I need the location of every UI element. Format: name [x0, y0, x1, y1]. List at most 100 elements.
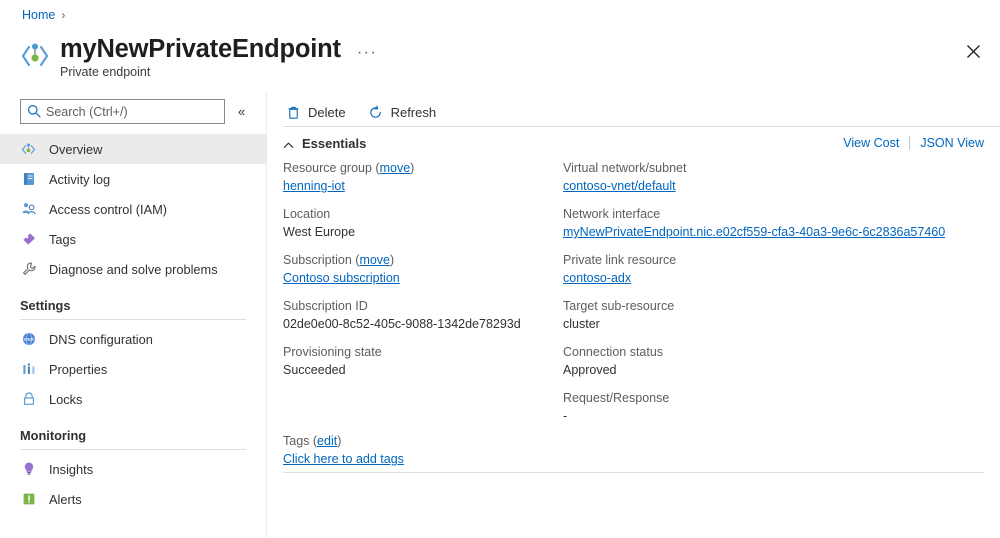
essentials-links: View Cost JSON View	[843, 136, 984, 150]
sidebar-item-label: Alerts	[49, 491, 82, 507]
dns-icon: DNS	[20, 331, 37, 348]
virtual-network-link[interactable]: contoso-vnet/default	[563, 179, 676, 193]
property-subscription-id: Subscription ID 02de0e00-8c52-405c-9088-…	[283, 298, 563, 333]
sidebar-item-label: Activity log	[49, 171, 111, 187]
sidebar-nav: Overview Activity log Access control (IA…	[0, 134, 266, 514]
essentials-right-column: Virtual network/subnet contoso-vnet/defa…	[563, 160, 983, 436]
search-input[interactable]	[21, 100, 224, 123]
wrench-icon	[20, 261, 37, 278]
refresh-button[interactable]: Refresh	[366, 102, 439, 122]
property-value: Approved	[563, 363, 617, 377]
sidebar-item-alerts[interactable]: Alerts	[0, 484, 266, 514]
close-blade-button[interactable]	[960, 38, 986, 64]
sidebar-item-diagnose[interactable]: Diagnose and solve problems	[0, 254, 266, 284]
sidebar-item-dns-configuration[interactable]: DNS DNS configuration	[0, 324, 266, 354]
property-value: -	[563, 409, 568, 423]
sidebar-group-divider	[20, 449, 246, 450]
property-network-interface: Network interface myNewPrivateEndpoint.n…	[563, 206, 983, 241]
delete-button-label: Delete	[308, 104, 346, 120]
sidebar-item-label: Diagnose and solve problems	[49, 261, 218, 277]
tag-icon	[20, 231, 37, 248]
collapse-sidebar-button[interactable]: «	[238, 104, 245, 119]
property-resource-group: Resource group (move) henning-iot	[283, 160, 563, 195]
azure-portal-blade: Home › myNewPrivateEndpoint ··· Private …	[0, 0, 1000, 538]
sidebar-divider	[266, 92, 267, 538]
properties-icon	[20, 361, 37, 378]
command-bar-divider	[283, 126, 1000, 127]
property-label: Virtual network/subnet	[563, 161, 687, 175]
sidebar-item-locks[interactable]: Locks	[0, 384, 266, 414]
property-label: Network interface	[563, 207, 661, 221]
more-options-button[interactable]: ···	[357, 44, 377, 64]
move-subscription-link[interactable]: move	[359, 253, 390, 267]
breadcrumb-separator-icon: ›	[61, 8, 66, 22]
json-view-link[interactable]: JSON View	[920, 136, 984, 150]
property-label: Resource group (move)	[283, 161, 415, 175]
tags-label-text: Tags	[283, 434, 310, 448]
alert-icon	[20, 491, 37, 508]
sidebar-search-row: «	[0, 92, 266, 124]
search-icon	[27, 104, 41, 118]
sidebar-item-activity-log[interactable]: Activity log	[0, 164, 266, 194]
property-value: Succeeded	[283, 363, 346, 377]
delete-button[interactable]: Delete	[283, 102, 348, 122]
property-label: Private link resource	[563, 253, 677, 267]
property-provisioning-state: Provisioning state Succeeded	[283, 344, 563, 379]
refresh-button-label: Refresh	[390, 104, 437, 120]
refresh-icon	[368, 104, 384, 120]
sidebar-item-access-control[interactable]: Access control (IAM)	[0, 194, 266, 224]
sidebar-item-overview[interactable]: Overview	[0, 134, 266, 164]
add-tags-link[interactable]: Click here to add tags	[283, 452, 404, 466]
breadcrumb: Home ›	[22, 8, 65, 22]
property-value: contoso-adx	[563, 269, 983, 287]
sidebar-item-label: Properties	[49, 361, 108, 377]
sidebar-item-tags[interactable]: Tags	[0, 224, 266, 254]
property-value: contoso-vnet/default	[563, 177, 983, 195]
network-interface-link[interactable]: myNewPrivateEndpoint.nic.e02cf559-cfa3-4…	[563, 225, 945, 239]
view-cost-link[interactable]: View Cost	[843, 136, 899, 150]
property-label: Connection status	[563, 345, 664, 359]
property-location: Location West Europe	[283, 206, 563, 241]
subscription-link[interactable]: Contoso subscription	[283, 271, 400, 285]
chevron-up-icon	[283, 138, 294, 149]
property-value: henning-iot	[283, 177, 563, 195]
property-label-text: Resource group	[283, 161, 372, 175]
essentials-bottom-divider	[283, 472, 984, 473]
tags-label: Tags (edit)	[283, 434, 342, 448]
property-value: West Europe	[283, 225, 356, 239]
essentials-toggle[interactable]: Essentials	[283, 136, 366, 151]
links-divider	[909, 136, 911, 150]
private-link-resource-link[interactable]: contoso-adx	[563, 271, 631, 285]
sidebar-item-label: Locks	[49, 391, 83, 407]
trash-icon	[285, 104, 301, 120]
search-input-wrapper[interactable]	[20, 99, 225, 124]
sidebar-item-insights[interactable]: Insights	[0, 454, 266, 484]
command-bar: Delete Refresh	[283, 96, 1000, 128]
resource-group-link[interactable]: henning-iot	[283, 179, 345, 193]
access-control-icon	[20, 201, 37, 218]
sidebar-item-label: Overview	[49, 141, 103, 157]
property-value: myNewPrivateEndpoint.nic.e02cf559-cfa3-4…	[563, 223, 983, 241]
sidebar-item-properties[interactable]: Properties	[0, 354, 266, 384]
sidebar-item-label: Access control (IAM)	[49, 201, 168, 217]
property-value: 02de0e00-8c52-405c-9088-1342de78293d	[283, 317, 521, 331]
sidebar: « Overview	[0, 92, 266, 538]
property-label: Subscription ID	[283, 299, 368, 313]
property-label: Provisioning state	[283, 345, 382, 359]
property-label: Target sub-resource	[563, 299, 675, 313]
breadcrumb-item-home[interactable]: Home	[22, 8, 55, 22]
page-title: myNewPrivateEndpoint	[60, 35, 341, 63]
property-label-text: Subscription	[283, 253, 352, 267]
property-subscription: Subscription (move) Contoso subscription	[283, 252, 563, 287]
move-resource-group-link[interactable]: move	[380, 161, 411, 175]
page-subtitle: Private endpoint	[60, 65, 151, 79]
property-value: Contoso subscription	[283, 269, 563, 287]
property-connection-status: Connection status Approved	[563, 344, 983, 379]
page-header: myNewPrivateEndpoint ··· Private endpoin…	[18, 34, 377, 79]
svg-text:DNS: DNS	[24, 337, 34, 342]
property-target-sub-resource: Target sub-resource cluster	[563, 298, 983, 333]
edit-tags-link[interactable]: edit	[317, 434, 337, 448]
activity-log-icon	[20, 171, 37, 188]
property-label: Location	[283, 207, 331, 221]
private-endpoint-icon	[20, 141, 37, 158]
